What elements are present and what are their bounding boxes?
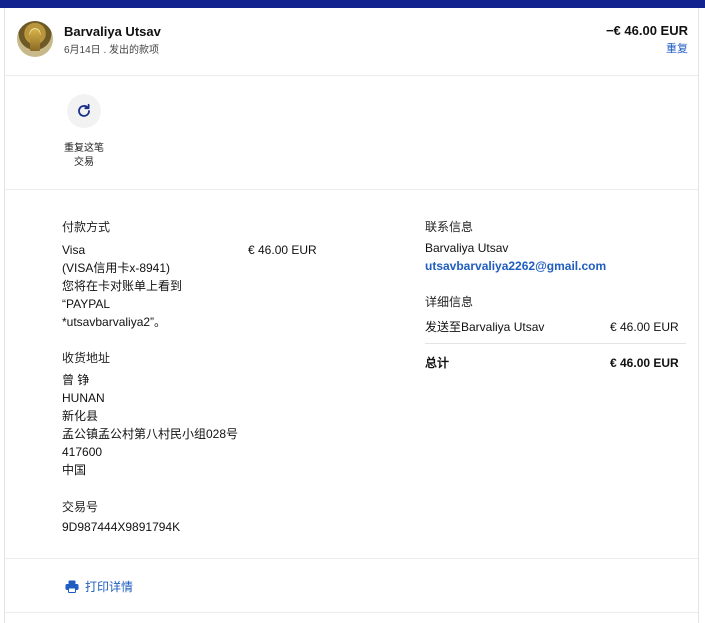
shipping-line-street: 孟公镇孟公村第八村民小组028号 <box>62 427 239 441</box>
shipping-line-county: 新化县 <box>62 409 99 423</box>
transaction-detail-card: Barvaliya Utsav 6月14日 . 发出的款项 −€ 46.00 E… <box>4 8 699 623</box>
refresh-icon <box>78 103 90 117</box>
statement-line-1: 您将在卡对账单上看到 <box>62 279 183 293</box>
print-details-label: 打印详情 <box>85 580 134 594</box>
repeat-link[interactable]: 重复 <box>666 40 688 56</box>
shipping-address-title: 收货地址 <box>62 351 111 365</box>
repeat-transaction-label[interactable]: 重复这笔 交易 <box>55 142 113 170</box>
payment-method-name: Visa <box>62 243 86 257</box>
contact-name: Barvaliya Utsav <box>425 241 509 255</box>
transaction-amount: −€ 46.00 EUR <box>605 23 688 38</box>
payment-card: (VISA信用卡x-8941) <box>62 261 171 275</box>
recipient-name: Barvaliya Utsav <box>64 24 161 39</box>
transaction-id: 9D987444X9891794K <box>62 520 181 534</box>
details-sent-amount: € 46.00 EUR <box>610 320 679 334</box>
payment-method-amount: € 46.00 EUR <box>248 243 317 257</box>
payment-method-title: 付款方式 <box>62 220 111 234</box>
footer-actions: 打印详情 <box>5 558 698 613</box>
statement-line-3: *utsavbarvaliya2”。 <box>62 315 167 329</box>
print-details-button[interactable]: 打印详情 <box>65 578 133 595</box>
transaction-date-type: 6月14日 . 发出的款项 <box>64 45 160 56</box>
printer-icon <box>65 580 79 593</box>
shipping-line-country: 中国 <box>62 463 87 477</box>
contact-info-title: 联系信息 <box>425 220 474 234</box>
shipping-line-postcode: 417600 <box>62 445 103 459</box>
avatar-image <box>30 29 40 51</box>
shipping-line-province: HUNAN <box>62 391 105 405</box>
actions-row: 重复这笔 交易 <box>5 76 698 190</box>
details-sent-to: 发送至Barvaliya Utsav <box>425 320 545 334</box>
statement-line-2: “PAYPAL <box>62 297 111 311</box>
repeat-label-line1: 重复这笔 <box>64 143 104 154</box>
shipping-line-name: 曾 铮 <box>62 373 90 387</box>
repeat-transaction-button[interactable] <box>67 94 101 128</box>
avatar <box>17 21 53 57</box>
transaction-id-title: 交易号 <box>62 500 99 514</box>
repeat-label-line2: 交易 <box>74 157 94 168</box>
details-title: 详细信息 <box>425 295 474 309</box>
details-divider <box>425 343 686 344</box>
top-brand-bar <box>0 0 705 8</box>
total-amount: € 46.00 EUR <box>610 356 679 370</box>
contact-email-link[interactable]: utsavbarvaliya2262@gmail.com <box>425 257 606 275</box>
transaction-header: Barvaliya Utsav 6月14日 . 发出的款项 −€ 46.00 E… <box>5 8 698 76</box>
total-label: 总计 <box>425 356 450 370</box>
